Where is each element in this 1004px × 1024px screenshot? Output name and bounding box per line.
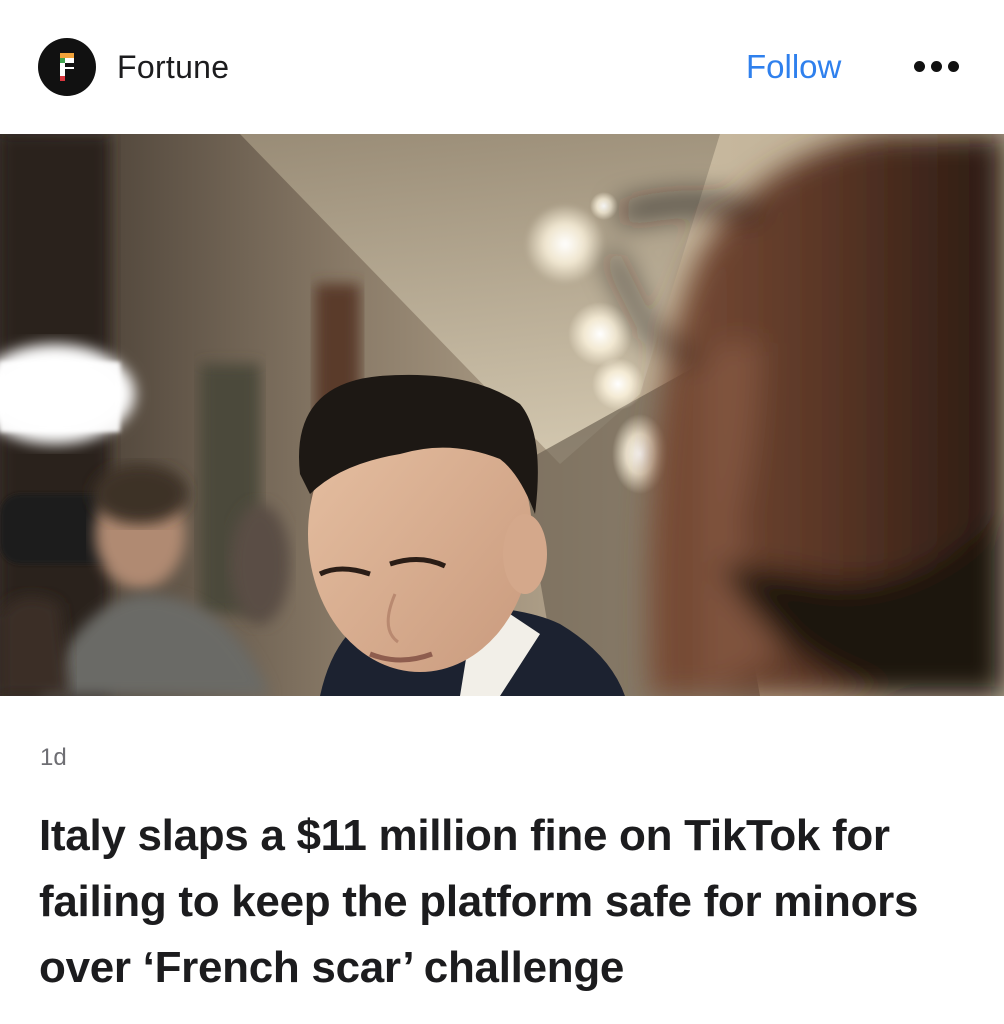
more-dot: [948, 61, 959, 72]
more-dot: [931, 61, 942, 72]
fortune-logo-icon: [60, 53, 74, 81]
article-image[interactable]: [0, 134, 1004, 696]
post-timestamp: 1d: [40, 744, 67, 771]
publisher-avatar[interactable]: [38, 38, 96, 96]
publisher-name[interactable]: Fortune: [117, 47, 229, 87]
more-icon[interactable]: [912, 58, 962, 76]
post-header: Fortune Follow: [0, 0, 1004, 134]
article-headline[interactable]: Italy slaps a $11 million fine on TikTok…: [39, 803, 979, 1001]
more-dot: [914, 61, 925, 72]
follow-button[interactable]: Follow: [746, 47, 841, 87]
